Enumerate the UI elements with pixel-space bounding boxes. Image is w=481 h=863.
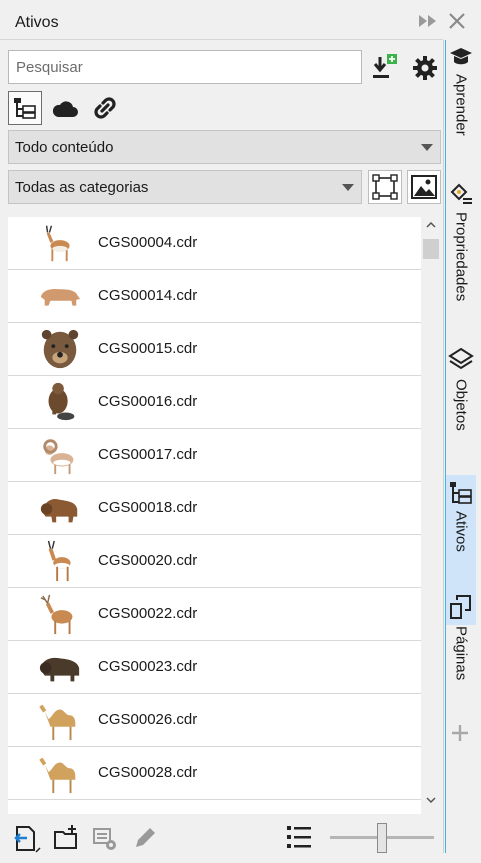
slider-thumb[interactable] xyxy=(377,823,387,853)
docker-tabs: Aprender Propriedades Objetos Ativos Pág… xyxy=(443,40,476,853)
asset-filename: CGS00017.cdr xyxy=(98,446,198,463)
vector-frame-icon xyxy=(372,174,398,200)
import-button[interactable] xyxy=(372,53,398,81)
bottom-toolbar xyxy=(0,814,443,863)
asset-row[interactable]: CGS00014.cdr xyxy=(8,270,421,323)
asset-row[interactable]: CGS00028.cdr xyxy=(8,747,421,800)
search-input[interactable] xyxy=(9,51,361,83)
deer-thumbnail xyxy=(40,594,73,635)
collapse-panel-icon[interactable] xyxy=(418,14,438,28)
bear-head-thumbnail xyxy=(41,329,79,369)
properties-icon xyxy=(450,183,472,204)
asset-filename: CGS00022.cdr xyxy=(98,605,198,622)
local-assets-button[interactable] xyxy=(8,91,42,125)
beaver-thumbnail xyxy=(48,382,75,421)
asset-filename: CGS00004.cdr xyxy=(98,234,198,251)
asset-list: CGS00004.cdr CGS00014.cdr CGS00015.cdr CGS0… xyxy=(8,217,421,814)
bighorn-sheep-thumbnail xyxy=(43,439,74,475)
pages-icon xyxy=(450,595,471,619)
tab-paginas-label: Páginas xyxy=(452,626,470,681)
asset-filename: CGS00015.cdr xyxy=(98,340,198,357)
layers-icon xyxy=(448,347,474,370)
list-view-icon[interactable] xyxy=(286,824,312,850)
graduation-cap-icon xyxy=(450,48,472,65)
asset-row[interactable]: CGS00026.cdr xyxy=(8,694,421,747)
assets-icon xyxy=(450,482,472,504)
springbok-thumbnail xyxy=(47,540,71,582)
tab-paginas[interactable]: Páginas xyxy=(446,590,476,730)
content-filter-value: Todo conteúdo xyxy=(15,138,114,156)
close-icon[interactable] xyxy=(448,12,466,30)
asset-filename: CGS00020.cdr xyxy=(98,552,198,569)
image-icon xyxy=(411,175,437,199)
camel-thumbnail xyxy=(39,757,76,794)
category-filter-value: Todas as categorias xyxy=(15,178,149,196)
tab-aprender-label: Aprender xyxy=(452,74,470,136)
search-field[interactable] xyxy=(8,50,362,84)
pronghorn-thumbnail xyxy=(45,225,70,262)
chevron-down-icon xyxy=(421,144,433,151)
asset-filename: CGS00016.cdr xyxy=(98,393,198,410)
tree-folder-icon xyxy=(14,98,36,119)
asset-row[interactable]: CGS00004.cdr xyxy=(8,217,421,270)
tab-objetos[interactable]: Objetos xyxy=(446,345,476,475)
link-button[interactable] xyxy=(90,93,120,123)
tab-propriedades[interactable]: Propriedades xyxy=(446,180,476,350)
vector-type-button[interactable] xyxy=(368,170,402,204)
asset-row[interactable]: CGS00023.cdr xyxy=(8,641,421,694)
buffalo-thumbnail xyxy=(39,657,80,682)
link-icon xyxy=(94,97,116,119)
asset-filename: CGS00014.cdr xyxy=(98,287,198,304)
bison-thumbnail xyxy=(40,499,78,523)
camel-thumbnail xyxy=(39,704,76,741)
asset-row[interactable]: CGS00022.cdr xyxy=(8,588,421,641)
content-filter-dropdown[interactable]: Todo conteúdo xyxy=(8,130,441,164)
panel-titlebar: Ativos xyxy=(0,0,443,40)
panel-title: Ativos xyxy=(15,14,59,31)
asset-filename: CGS00018.cdr xyxy=(98,499,198,516)
tab-ativos-label: Ativos xyxy=(452,511,470,552)
chevron-down-icon xyxy=(342,184,354,191)
add-docker-icon[interactable] xyxy=(449,722,471,744)
tab-propriedades-label: Propriedades xyxy=(452,212,470,302)
tab-aprender[interactable]: Aprender xyxy=(446,42,476,180)
bear-thumbnail xyxy=(40,288,81,306)
scroll-up-icon[interactable] xyxy=(426,222,436,228)
tab-objetos-label: Objetos xyxy=(452,379,470,431)
import-asset-icon[interactable] xyxy=(12,824,42,854)
gear-icon xyxy=(413,56,437,80)
settings-button[interactable] xyxy=(410,53,440,83)
asset-filename: CGS00023.cdr xyxy=(98,658,198,675)
cloud-button[interactable] xyxy=(50,93,80,123)
image-type-button[interactable] xyxy=(407,170,441,204)
asset-row[interactable]: CGS00017.cdr xyxy=(8,429,421,482)
cloud-icon xyxy=(52,101,78,117)
scrollbar-thumb[interactable] xyxy=(423,239,439,259)
library-settings-icon[interactable] xyxy=(92,825,120,853)
asset-filename: CGS00028.cdr xyxy=(98,764,198,781)
download-icon xyxy=(373,54,397,78)
category-filter-dropdown[interactable]: Todas as categorias xyxy=(8,170,362,204)
new-library-icon[interactable] xyxy=(52,824,80,852)
edit-icon[interactable] xyxy=(132,825,158,851)
vertical-scrollbar[interactable] xyxy=(421,217,441,814)
scroll-down-icon[interactable] xyxy=(426,797,436,803)
asset-row[interactable]: CGS00015.cdr xyxy=(8,323,421,376)
asset-row[interactable]: CGS00020.cdr xyxy=(8,535,421,588)
asset-row[interactable]: CGS00016.cdr xyxy=(8,376,421,429)
asset-filename: CGS00026.cdr xyxy=(98,711,198,728)
asset-row[interactable]: CGS00018.cdr xyxy=(8,482,421,535)
